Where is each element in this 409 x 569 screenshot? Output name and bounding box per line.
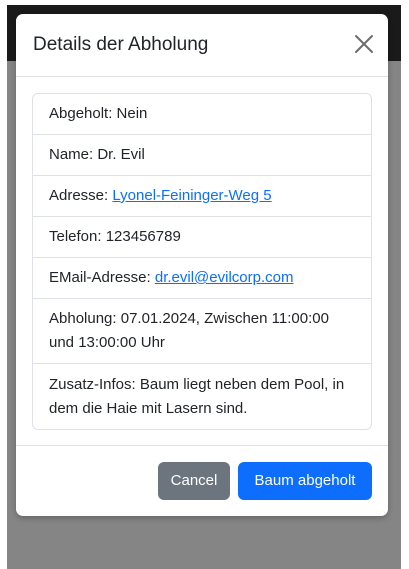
list-item-address: Adresse: Lyonel-Feininger-Weg 5 xyxy=(33,176,371,217)
modal-footer: Cancel Baum abgeholt xyxy=(16,445,388,516)
details-list: Abgeholt: Nein Name: Dr. Evil Adresse: L… xyxy=(32,93,372,430)
close-button[interactable] xyxy=(354,34,374,54)
address-label: Adresse: xyxy=(49,187,113,204)
cancel-button[interactable]: Cancel xyxy=(158,462,230,500)
extra-info-text: Zusatz-Infos: Baum liegt neben dem Pool,… xyxy=(49,375,345,417)
modal-title: Details der Abholung xyxy=(33,34,209,55)
pickup-details-modal: Details der Abholung Abgeholt: Nein Name… xyxy=(16,14,388,516)
list-item-name: Name: Dr. Evil xyxy=(33,135,371,176)
list-item-pickup-time: Abholung: 07.01.2024, Zwischen 11:00:00 … xyxy=(33,299,371,364)
list-item-picked-up: Abgeholt: Nein xyxy=(33,94,371,135)
close-icon xyxy=(355,35,373,53)
list-item-email: EMail-Adresse: dr.evil@evilcorp.com xyxy=(33,258,371,299)
modal-header: Details der Abholung xyxy=(16,14,388,77)
picked-up-text: Abgeholt: Nein xyxy=(49,105,148,122)
pickup-time-text: Abholung: 07.01.2024, Zwischen 11:00:00 … xyxy=(49,310,329,351)
address-link[interactable]: Lyonel-Feininger-Weg 5 xyxy=(112,184,271,208)
modal-body: Abgeholt: Nein Name: Dr. Evil Adresse: L… xyxy=(32,93,372,430)
email-label: EMail-Adresse: xyxy=(49,269,155,286)
list-item-phone: Telefon: 123456789 xyxy=(33,217,371,258)
phone-text: Telefon: 123456789 xyxy=(49,228,181,245)
email-link[interactable]: dr.evil@evilcorp.com xyxy=(155,266,294,290)
list-item-extra-info: Zusatz-Infos: Baum liegt neben dem Pool,… xyxy=(33,364,371,429)
confirm-pickup-button[interactable]: Baum abgeholt xyxy=(238,462,372,500)
name-text: Name: Dr. Evil xyxy=(49,146,145,163)
